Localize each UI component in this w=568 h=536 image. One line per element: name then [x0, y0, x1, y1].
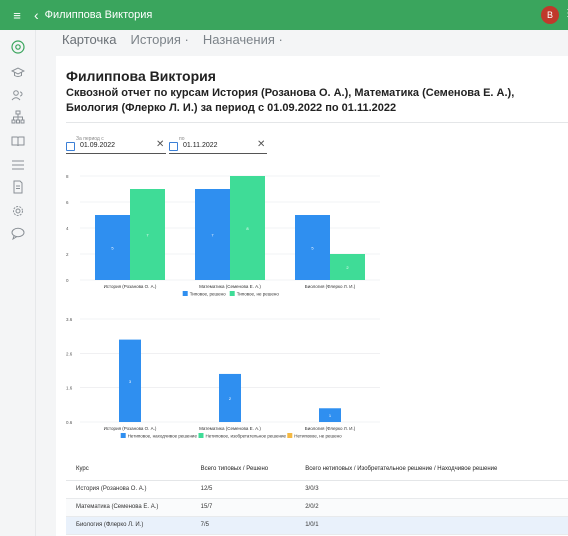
clear-icon[interactable]: ✕: [257, 139, 265, 150]
tab-card[interactable]: Карточка: [62, 32, 116, 47]
tab-bar: Карточка История · Назначения ·: [62, 32, 283, 47]
report-title: Филиппова Виктория: [66, 68, 216, 84]
field-underline: [66, 153, 166, 154]
y-tick-label: 2: [66, 252, 69, 257]
document-icon[interactable]: [9, 178, 27, 196]
x-tick-label: Математика (Семенова Е. А.): [199, 426, 261, 431]
table-cell: 2/0/2: [295, 498, 568, 517]
x-tick-label: История (Розанова О. А.): [104, 284, 157, 289]
y-tick-label: 0.6: [66, 420, 73, 425]
calendar-icon[interactable]: [66, 142, 75, 151]
table-cell: 1/0/1: [295, 516, 568, 535]
report-subtitle: Сквозной отчет по курсам История (Розано…: [66, 87, 515, 114]
legend-swatch: [229, 291, 235, 296]
graduation-cap-icon[interactable]: [9, 64, 27, 82]
x-tick-label: История (Розанова О. А.): [104, 426, 157, 431]
y-tick-label: 4: [66, 226, 69, 231]
legend-swatch: [198, 433, 204, 438]
legend-swatch: [287, 433, 293, 438]
table-cell: 15/7: [190, 498, 296, 517]
table-cell: 12/5: [190, 480, 296, 499]
back-arrow-icon[interactable]: ‹: [34, 7, 39, 23]
table-row[interactable]: История (Розанова О. А.) 12/5 3/0/3: [66, 480, 568, 499]
y-tick-label: 0: [66, 278, 69, 283]
list-icon[interactable]: [9, 156, 27, 174]
tab-history[interactable]: История ·: [130, 32, 188, 47]
report-card: Филиппова Виктория Сквозной отчет по кур…: [56, 56, 568, 536]
x-tick-label: Математика (Семенова Е. А.): [199, 284, 261, 289]
legend-label: Типовое, не решено: [237, 292, 280, 297]
home-icon[interactable]: [9, 38, 27, 56]
avatar[interactable]: В: [541, 6, 559, 24]
legend-label: Типовое, решено: [190, 292, 226, 297]
clear-icon[interactable]: ✕: [156, 139, 164, 150]
date-from-field[interactable]: За период с 01.09.2022 ✕: [66, 136, 166, 154]
users-icon[interactable]: [9, 86, 27, 104]
table-cell: 3/0/3: [295, 480, 568, 499]
table-cell: 7/5: [190, 516, 296, 535]
app-header: ≡ ‹ Филиппова Виктория В ⋮: [0, 0, 568, 30]
menu-icon[interactable]: ≡: [6, 8, 28, 23]
table-cell: История (Розанова О. А.): [66, 480, 191, 499]
calendar-icon[interactable]: [169, 142, 178, 151]
column-header: Всего нетиповых / Изобретательное решени…: [295, 458, 568, 481]
x-tick-label: Биология (Флерко Л. И.): [305, 284, 356, 289]
date-from-value[interactable]: 01.09.2022: [80, 142, 115, 149]
sidebar: [0, 30, 36, 536]
table-row[interactable]: Биология (Флерко Л. И.) 7/5 1/0/1: [66, 516, 568, 535]
tab-assignments[interactable]: Назначения ·: [203, 32, 283, 47]
y-tick-label: 8: [66, 174, 69, 179]
table-cell: Математика (Семенова Е. А.): [66, 498, 191, 517]
chart-typical-tasks: 0246857История (Розанова О. А.)78Математ…: [66, 174, 380, 297]
book-icon[interactable]: [9, 132, 27, 150]
divider: [66, 122, 568, 123]
table-cell: Биология (Флерко Л. И.): [66, 516, 191, 535]
y-tick-label: 3.6: [66, 317, 73, 322]
date-to-value[interactable]: 01.11.2022: [183, 142, 218, 149]
results-table: Курс Всего типовых / Решено Всего нетипо…: [66, 458, 568, 535]
header-title: Филиппова Виктория: [44, 9, 153, 21]
column-header: Всего типовых / Решено: [190, 458, 296, 481]
y-tick-label: 1.6: [66, 386, 73, 391]
legend-swatch: [120, 433, 126, 438]
legend-label: Нетиповое, находчивое решение: [128, 434, 198, 439]
table-header-row: Курс Всего типовых / Решено Всего нетипо…: [66, 458, 568, 481]
more-icon[interactable]: ⋮: [563, 8, 568, 19]
gear-icon[interactable]: [9, 202, 27, 220]
legend-swatch: [182, 291, 188, 296]
org-chart-icon[interactable]: [9, 108, 27, 126]
date-to-field[interactable]: по 01.11.2022 ✕: [169, 136, 267, 154]
x-tick-label: Биология (Флерко Л. И.): [305, 426, 356, 431]
chart-nontypical-tasks: 0.61.62.63.63История (Розанова О. А.)2Ма…: [66, 317, 380, 439]
column-header: Курс: [66, 458, 191, 481]
chat-icon[interactable]: [9, 224, 27, 242]
y-tick-label: 2.6: [66, 351, 73, 356]
legend-label: Нетиповое, не решено: [294, 434, 342, 439]
legend-label: Нетиповое, изобретательное решение: [206, 434, 287, 439]
y-tick-label: 6: [66, 200, 69, 205]
field-underline: [169, 153, 267, 154]
table-row[interactable]: Математика (Семенова Е. А.) 15/7 2/0/2: [66, 498, 568, 517]
